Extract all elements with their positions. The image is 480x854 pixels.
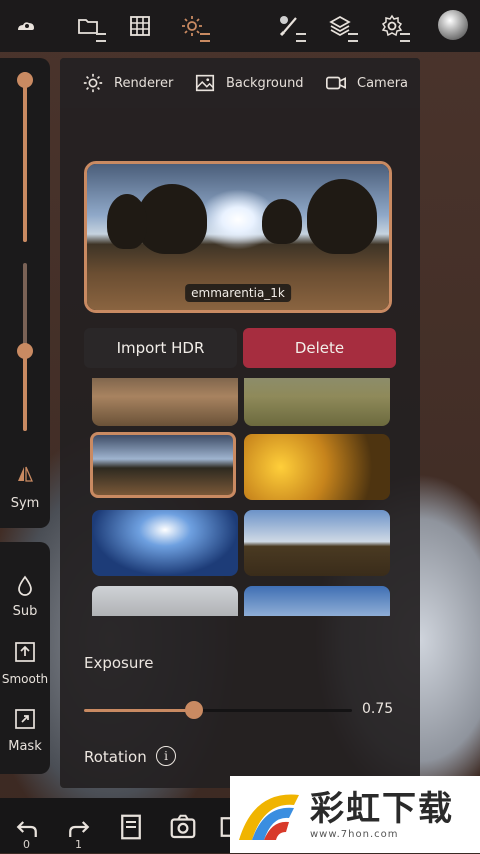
- left-sidebar-tools: Sub Smooth Mask: [0, 542, 50, 774]
- background-settings-panel: Renderer Background Camera emmarentia_1k…: [60, 58, 420, 788]
- camera-icon: [326, 76, 346, 90]
- tab-camera[interactable]: Camera: [325, 70, 408, 96]
- sun-icon: [83, 73, 103, 93]
- image-icon: [195, 74, 215, 92]
- panel-tabs: Renderer Background Camera: [60, 58, 420, 108]
- smooth-label: Smooth: [1, 672, 49, 686]
- import-hdr-button[interactable]: Import HDR: [84, 328, 237, 368]
- tab-label: Renderer: [114, 75, 174, 91]
- hdr-thumbnail[interactable]: [92, 378, 238, 426]
- exposure-value: 0.75: [362, 701, 394, 717]
- layers-button[interactable]: [322, 8, 358, 44]
- lighting-button[interactable]: [174, 8, 210, 44]
- tab-label: Camera: [357, 75, 409, 91]
- watermark-title: 彩虹下载: [310, 789, 454, 829]
- radius-slider[interactable]: [17, 72, 33, 242]
- folder-button[interactable]: [70, 8, 106, 44]
- smooth-icon[interactable]: [13, 640, 37, 664]
- radius-slider-knob[interactable]: [17, 72, 33, 88]
- watermark-overlay: 彩虹下载 www.7hon.com: [230, 776, 480, 853]
- matcap-sphere-icon[interactable]: [438, 10, 468, 40]
- grid-button[interactable]: [122, 8, 158, 44]
- hdr-name-label: emmarentia_1k: [185, 284, 291, 302]
- drop-icon[interactable]: [13, 574, 37, 598]
- settings-button[interactable]: [374, 8, 410, 44]
- exposure-label: Exposure: [84, 654, 154, 672]
- sym-label: Sym: [10, 496, 40, 511]
- exposure-slider-knob[interactable]: [185, 701, 203, 719]
- hdr-preview[interactable]: emmarentia_1k: [84, 161, 392, 313]
- rainbow-logo-icon: [234, 780, 304, 850]
- hdr-thumbnail[interactable]: [244, 378, 390, 426]
- intensity-slider[interactable]: [17, 263, 33, 431]
- hdr-thumbnail[interactable]: [244, 434, 390, 500]
- delete-button[interactable]: Delete: [243, 328, 396, 368]
- rotation-label: Rotation: [84, 748, 147, 766]
- book-icon[interactable]: [116, 812, 146, 842]
- exposure-slider[interactable]: [84, 701, 352, 719]
- tab-renderer[interactable]: Renderer: [82, 70, 173, 96]
- sub-label: Sub: [12, 604, 38, 619]
- info-icon[interactable]: i: [156, 746, 176, 766]
- hdr-thumbnail[interactable]: [92, 586, 238, 616]
- brush-button[interactable]: [270, 8, 306, 44]
- mask-icon[interactable]: [13, 707, 37, 731]
- redo-count: 1: [75, 838, 82, 851]
- grid-icon: [130, 16, 150, 36]
- hdr-thumbnail-selected[interactable]: [90, 432, 236, 498]
- watermark-url: www.7hon.com: [310, 829, 399, 840]
- top-toolbar: [0, 0, 480, 52]
- undo-count: 0: [23, 838, 30, 851]
- tab-label: Background: [226, 75, 304, 91]
- tab-background[interactable]: Background: [194, 70, 304, 96]
- hdr-thumbnail[interactable]: [244, 510, 390, 576]
- screenshot-camera-icon[interactable]: [168, 812, 198, 842]
- symmetry-icon[interactable]: [16, 465, 34, 483]
- hdr-thumbnail[interactable]: [244, 586, 390, 616]
- cloud-icon[interactable]: [8, 8, 44, 44]
- left-sidebar-sliders: Sym: [0, 58, 50, 528]
- mask-label: Mask: [8, 739, 42, 754]
- hdr-thumbnail-grid[interactable]: [84, 378, 396, 616]
- hdr-thumbnail[interactable]: [92, 510, 238, 576]
- intensity-slider-knob[interactable]: [17, 343, 33, 359]
